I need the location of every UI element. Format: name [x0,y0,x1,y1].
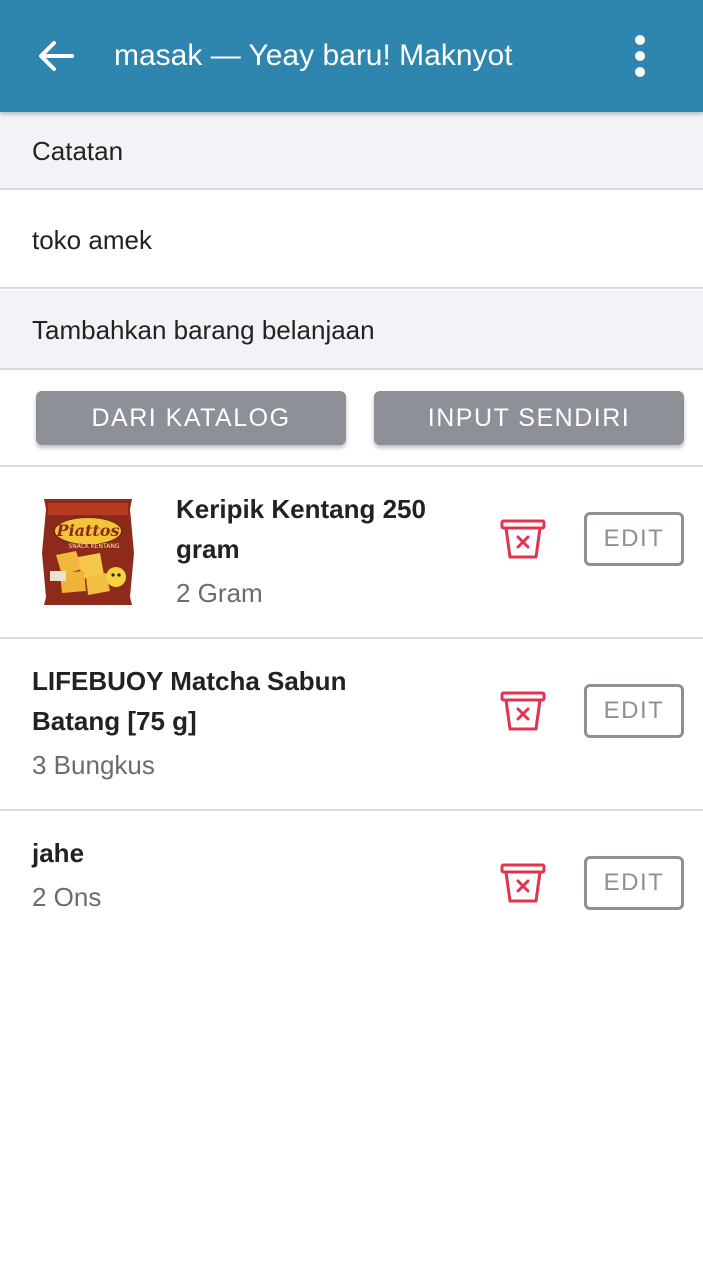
list-item: jahe 2 Ons EDIT [0,811,703,941]
list-item: LIFEBUOY Matcha Sabun Batang [75 g] 3 Bu… [0,639,703,811]
item-quantity: 3 Bungkus [32,750,155,780]
manual-input-button[interactable]: INPUT SENDIRI [374,391,684,445]
list-item: Piattos SNACK KENTANG Keripik Kentang 25… [0,467,703,639]
back-button[interactable] [30,30,82,82]
item-quantity: 2 Gram [176,578,263,608]
item-name-line2: Batang [75 g] [32,706,197,736]
product-thumbnail: Piattos SNACK KENTANG [38,493,138,611]
item-quantity: 2 Ons [32,882,102,912]
item-name-line1: jahe [32,838,85,868]
trash-icon [500,519,546,559]
item-name-line1: LIFEBUOY Matcha Sabun [32,666,347,696]
add-buttons-row: DARI KATALOG INPUT SENDIRI [0,370,703,467]
item-name-line2: gram [176,534,240,564]
thumbnail-sub-text: SNACK KENTANG [69,543,120,550]
add-items-header: Tambahkan barang belanjaan [0,290,703,370]
delete-button[interactable] [498,517,548,561]
more-options-button[interactable] [616,30,664,82]
notes-header: Catatan [0,112,703,190]
from-catalog-button[interactable]: DARI KATALOG [36,391,346,445]
more-vertical-icon [635,35,645,77]
trash-icon [500,863,546,903]
delete-button[interactable] [498,689,548,733]
notes-value[interactable]: toko amek [0,191,703,289]
thumbnail-brand-text: Piattos [56,521,120,540]
app-bar: masak — Yeay baru! Maknyot [0,0,703,112]
delete-button[interactable] [498,861,548,905]
edit-button[interactable]: EDIT [584,684,684,738]
arrow-left-icon [39,41,74,71]
trash-icon [500,691,546,731]
item-name-line1: Keripik Kentang 250 [176,494,426,524]
page-title: masak — Yeay baru! Maknyot [114,39,513,72]
edit-button[interactable]: EDIT [584,856,684,910]
edit-button[interactable]: EDIT [584,512,684,566]
